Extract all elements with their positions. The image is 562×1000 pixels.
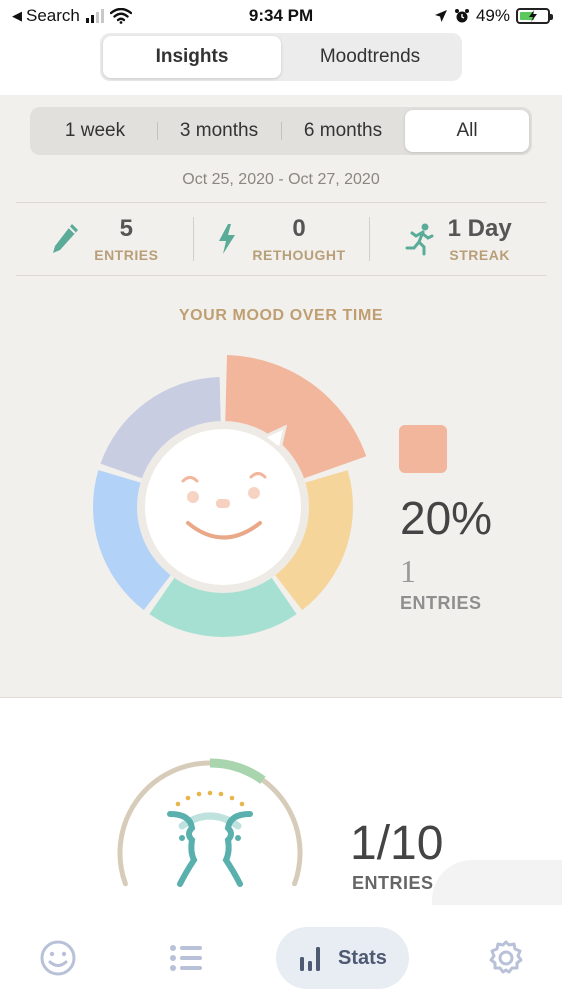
time-range-selector: 1 week 3 months 6 months All bbox=[30, 107, 532, 155]
lightning-icon bbox=[219, 224, 236, 254]
stat-entries: 5 ENTRIES bbox=[16, 203, 193, 275]
streak-label: STREAK bbox=[449, 246, 510, 263]
stat-streak: 1 Day STREAK bbox=[369, 203, 546, 275]
selected-mood-swatch bbox=[399, 425, 447, 473]
range-all[interactable]: All bbox=[405, 110, 529, 152]
range-3-months[interactable]: 3 months bbox=[157, 110, 281, 152]
status-indicators: 49% bbox=[434, 6, 553, 26]
selected-mood-label: ENTRIES bbox=[400, 593, 482, 613]
gear-icon bbox=[489, 940, 523, 974]
tab-insights[interactable]: Insights bbox=[103, 36, 281, 78]
mood-summary-panel: 1 week 3 months 6 months All Oct 25, 202… bbox=[0, 95, 562, 698]
stats-row: 5 ENTRIES 0 RETHOUGHT 1 Day STREAK bbox=[16, 202, 546, 276]
range-6-months[interactable]: 6 months bbox=[281, 110, 405, 152]
battery-percent: 49% bbox=[475, 6, 510, 25]
mood-chart-title: YOUR MOOD OVER TIME bbox=[178, 307, 384, 324]
battery-icon bbox=[516, 8, 553, 24]
entries-label: ENTRIES bbox=[94, 246, 159, 263]
nav-stats[interactable]: Stats bbox=[276, 927, 409, 989]
streak-value: 1 Day bbox=[447, 214, 512, 242]
nav-list[interactable] bbox=[164, 927, 208, 989]
smiley-icon bbox=[40, 940, 76, 976]
alarm-icon bbox=[454, 9, 469, 23]
stat-rethought: 0 RETHOUGHT bbox=[192, 203, 370, 275]
bar-chart-icon bbox=[300, 947, 320, 971]
running-icon bbox=[405, 223, 434, 256]
nav-settings[interactable] bbox=[484, 927, 528, 989]
tab-moodtrends[interactable]: Moodtrends bbox=[281, 36, 459, 78]
location-icon bbox=[434, 10, 447, 22]
card-edge bbox=[432, 860, 562, 910]
entries-count: 5 bbox=[119, 214, 133, 242]
selected-mood-percent: 20% bbox=[400, 492, 493, 544]
two-faces-icon bbox=[167, 790, 253, 887]
pencil-icon bbox=[53, 224, 79, 253]
goal-fraction: 1/10 bbox=[350, 817, 444, 870]
nav-mood[interactable] bbox=[36, 927, 80, 989]
rethought-label: RETHOUGHT bbox=[252, 246, 346, 263]
range-1-week[interactable]: 1 week bbox=[33, 110, 157, 152]
nav-stats-label: Stats bbox=[338, 946, 387, 969]
insights-segmented-control: Insights Moodtrends bbox=[100, 33, 462, 81]
rethought-count: 0 bbox=[292, 214, 306, 242]
list-icon bbox=[170, 945, 202, 971]
date-range: Oct 25, 2020 - Oct 27, 2020 bbox=[182, 171, 380, 188]
entries-goal-card: 1/10 ENTRIES bbox=[0, 698, 562, 910]
goal-label: ENTRIES bbox=[352, 873, 434, 893]
status-bar: ◀ Search 9:34 PM 49% bbox=[0, 0, 562, 34]
mood-donut-chart[interactable] bbox=[80, 347, 380, 647]
bottom-navigation: Stats bbox=[0, 905, 562, 1000]
selected-mood-count: 1 bbox=[400, 553, 416, 589]
goal-progress-ring bbox=[117, 758, 303, 887]
